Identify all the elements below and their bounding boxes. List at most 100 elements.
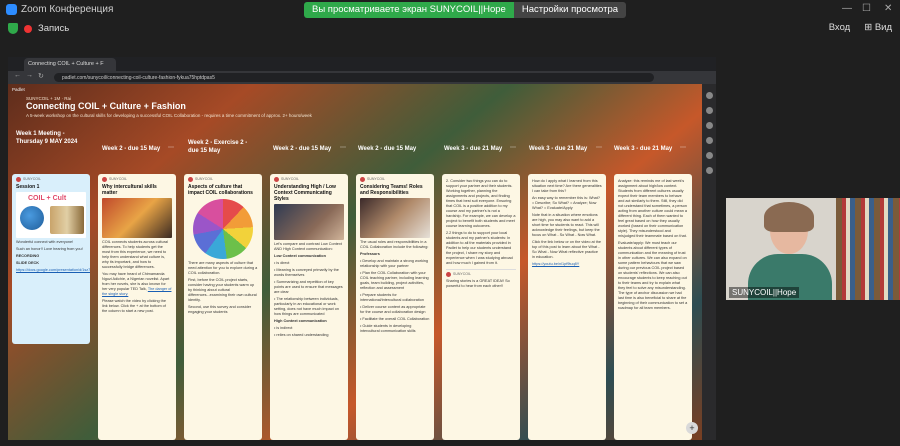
post-card[interactable]: SUNYCOIL Session 1 COIL + Cult Wonderful… <box>12 174 90 344</box>
address-bar[interactable]: padlet.com/sunycoil/connecting-coil-cult… <box>54 73 654 82</box>
slide-deck-link[interactable]: https://docs.google.com/presentation/d/1… <box>16 268 90 273</box>
post-text: You may have heard of Chimamanda Ngozi A… <box>102 272 172 297</box>
recording-label: RECORDING <box>16 254 40 258</box>
browser-toolbar: ← → ↻ padlet.com/sunycoil/connecting-coi… <box>8 71 716 84</box>
video-thumbnail[interactable] <box>102 198 172 238</box>
slide-deck-label: SLIDE DECK <box>16 261 39 265</box>
close-icon[interactable]: ✕ <box>884 3 892 14</box>
bullet: • The relationship between individuals, … <box>274 297 340 316</box>
post-title: Considering Teams! Roles and Responsibil… <box>360 184 423 196</box>
avatar <box>102 177 107 182</box>
maximize-icon[interactable]: ☐ <box>862 3 871 14</box>
bullet-text: is direct <box>276 261 290 265</box>
view-options-button[interactable]: Настройки просмотра <box>513 2 627 18</box>
bullet: • Prepare students for international/int… <box>360 293 424 302</box>
reload-icon[interactable]: ↻ <box>38 72 44 80</box>
toolbar-icon[interactable] <box>705 152 713 159</box>
participant-video: SUNYCOIL||Hope <box>726 198 900 300</box>
login-button[interactable]: Вход <box>829 22 851 33</box>
browser-tab-bar: Connecting COIL + Culture + F <box>8 57 716 71</box>
post-subheading: High Context communication <box>274 319 327 323</box>
toolbar-icon[interactable] <box>705 137 713 144</box>
more-icon[interactable]: ⋯ <box>168 144 174 151</box>
toolbar-icon[interactable] <box>705 107 713 114</box>
post-thumbnail[interactable]: COIL + Cult <box>16 192 86 238</box>
bullet: • Plan the COIL Collaboration with your … <box>360 271 429 290</box>
toolbar-icon[interactable] <box>705 122 713 129</box>
post-subheading: Professors <box>360 252 380 256</box>
bullet: • Guide students in developing intercult… <box>360 324 416 333</box>
more-icon[interactable]: ⋯ <box>596 144 602 151</box>
column-header: Week 1 Meeting - Thursday 9 MAY 2024 <box>16 131 78 145</box>
more-icon[interactable]: ⋯ <box>680 144 686 151</box>
post-author: SUNYCOIL <box>281 177 299 181</box>
padlet-title: Connecting COIL + Culture + Fashion <box>26 101 186 111</box>
comment-text: Sharing stories is a GREAT IDEA!! So pow… <box>446 279 510 288</box>
more-icon[interactable]: ⋯ <box>510 144 516 151</box>
post-text: Note that in a situation where emotions … <box>532 213 600 237</box>
add-post-button[interactable]: + <box>686 422 698 434</box>
bullet: • relies on shared understanding <box>274 333 329 337</box>
column-header: Week 2 - due 15 May <box>102 146 161 152</box>
bullet-text: Prepare students for international/inter… <box>360 293 424 302</box>
column-header: Week 3 - due 21 May <box>614 146 673 152</box>
clothing-image <box>50 206 84 234</box>
bookshelf-background <box>836 198 900 300</box>
post-card[interactable]: SUNYCOIL Aspects of culture that impact … <box>184 174 262 440</box>
column-header: Week 2 - due 15 May <box>273 146 332 152</box>
forward-icon[interactable]: → <box>26 72 33 79</box>
share-banner-text: Вы просматриваете экран SUNYCOIL||Hope <box>304 2 514 18</box>
bullet: • is direct <box>274 261 290 265</box>
bullet-text: Facilitate the overall COIL Collaboratio… <box>362 317 430 321</box>
avatar <box>446 272 451 277</box>
bullet-text: Develop and maintain a strong working re… <box>360 259 429 268</box>
video-thumbnail[interactable] <box>360 198 430 238</box>
post-card[interactable]: 2. Consider two things you can do to sup… <box>442 174 520 440</box>
view-label: Вид <box>874 22 892 33</box>
post-card[interactable]: How do I apply what I learned from this … <box>528 174 606 440</box>
bullet-text: Meaning is conveyed primarily by the wor… <box>274 268 339 277</box>
shield-icon[interactable] <box>8 23 18 34</box>
post-text: Evaluate/apply: We must teach our studen… <box>618 241 688 310</box>
post-title: Understanding High / Low Context Communi… <box>274 184 336 202</box>
post-text: How do I apply what I learned from this … <box>532 179 602 193</box>
post-text: Analyze: this reminds me of last week's … <box>618 179 688 238</box>
zoom-meeting-bar: Запись Вход ⊞ Вид <box>0 22 900 38</box>
post-card[interactable]: SUNYCOIL Why intercultural skills matter… <box>98 174 176 440</box>
browser-tab[interactable]: Connecting COIL + Culture + F <box>24 58 116 71</box>
bullet-text: is indirect <box>276 326 293 330</box>
post-author: SUNYCOIL <box>195 177 213 181</box>
toolbar-icon[interactable] <box>705 92 713 99</box>
post-card[interactable]: SUNYCOIL Understanding High / Low Contex… <box>270 174 348 440</box>
youtube-link[interactable]: https://youtu.be/nl1pf9tuq8Y <box>532 262 602 267</box>
post-text: COIL connects students across cultural d… <box>102 240 168 269</box>
video-thumbnail[interactable] <box>274 204 344 240</box>
view-button[interactable]: ⊞ Вид <box>864 22 892 33</box>
comment-author: SUNYCOIL <box>453 272 471 276</box>
toolbar-icon[interactable] <box>705 167 713 174</box>
bullet-text: Plan the COIL Collaboration with your CO… <box>360 271 429 290</box>
more-icon[interactable]: ⋯ <box>340 144 346 151</box>
share-banner: Вы просматриваете экран SUNYCOIL||Hope Н… <box>304 2 627 18</box>
minimize-icon[interactable]: — <box>842 3 852 14</box>
padlet-side-toolbar <box>702 84 716 440</box>
padlet-brand: Padlet <box>12 87 25 92</box>
post-card[interactable]: SUNYCOIL Considering Teams! Roles and Re… <box>356 174 434 440</box>
recording-status: Запись <box>8 23 69 34</box>
back-icon[interactable]: ← <box>14 72 21 79</box>
post-text: Click the link below or on the video at … <box>532 240 602 259</box>
padlet-board: Padlet SUNYCOIL + 1M · Rai Connecting CO… <box>8 84 702 440</box>
culture-wheel-image[interactable] <box>193 199 253 259</box>
shared-browser-window: Connecting COIL + Culture + F ← → ↻ padl… <box>8 57 716 440</box>
bullet: • is indirect <box>274 326 293 330</box>
padlet-subtitle: A 5-week workshop on the cultural skills… <box>26 113 312 118</box>
post-card[interactable]: Analyze: this reminds me of last week's … <box>614 174 692 440</box>
post-text: Wonderful connect with everyone! <box>16 240 74 244</box>
bullet-text: Summarizing and repetition of key points… <box>274 280 343 294</box>
thumbnail-heading: COIL + Cult <box>28 195 67 202</box>
participant-name: SUNYCOIL||Hope <box>729 287 800 298</box>
bullet: • Facilitate the overall COIL Collaborat… <box>360 317 430 321</box>
post-text: First, before the COIL project starts, c… <box>188 278 257 302</box>
bullet: • Meaning is conveyed primarily by the w… <box>274 268 339 277</box>
column-header: Week 3 - due 21 May <box>444 146 503 152</box>
